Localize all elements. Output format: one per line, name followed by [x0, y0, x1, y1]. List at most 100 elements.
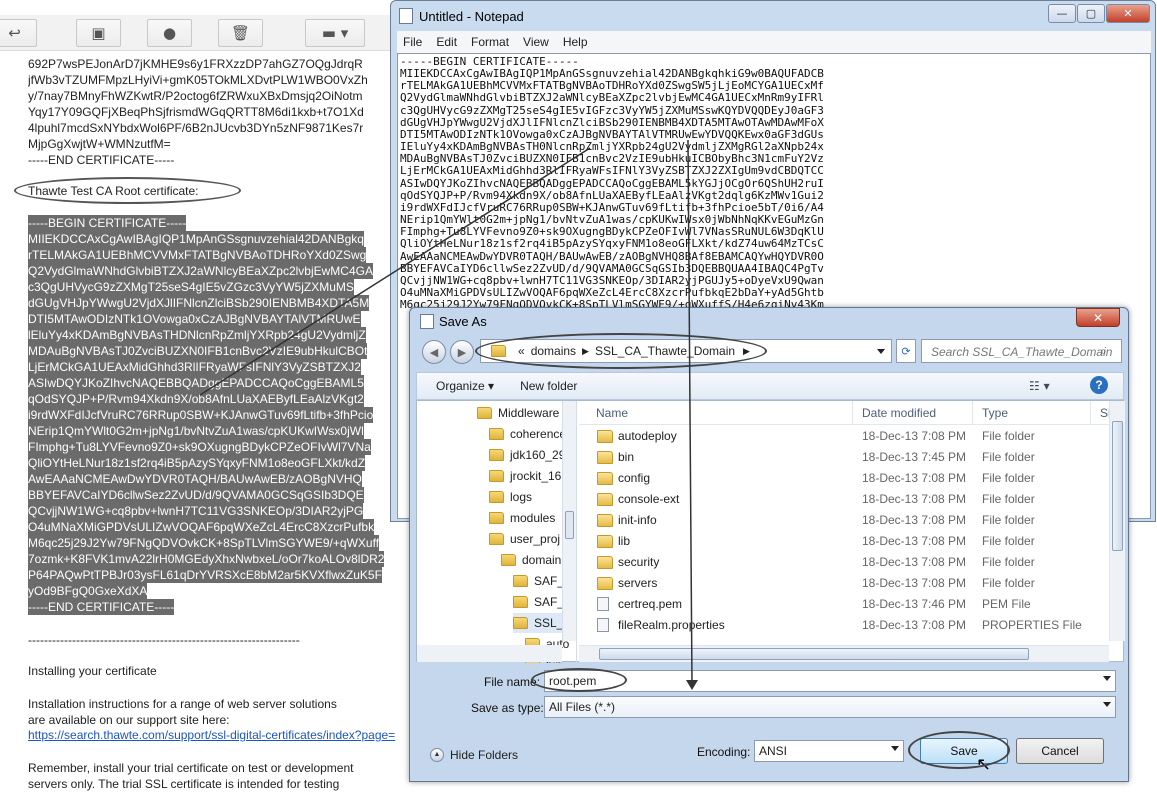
delete-icon[interactable]: 🗑 [218, 19, 263, 47]
file-row[interactable]: lib 18-Dec-13 7:08 PM File folder [579, 531, 1109, 552]
file-name-input[interactable]: root.pem [544, 670, 1116, 692]
tree-horizontal-scrollbar[interactable] [417, 645, 562, 662]
menu-format[interactable]: Format [465, 35, 517, 49]
maximize-button[interactable]: ▢ [1077, 4, 1105, 23]
tree-item[interactable]: jdk160_29 [489, 445, 565, 465]
certificate-line[interactable]: yOd9BFgQ0GxeXdXA [28, 583, 148, 599]
tree-item[interactable]: user_proj [489, 529, 560, 549]
file-name: fileRealm.properties [618, 618, 725, 632]
file-row[interactable]: security 18-Dec-13 7:08 PM File folder [579, 552, 1109, 573]
minimize-button[interactable]: — [1048, 4, 1076, 23]
certificate-line[interactable]: QCvjjNW1WG+cq8pbv+lwnH7TC11VG3SNKEOp/3DI… [28, 503, 364, 519]
file-row[interactable]: bin 18-Dec-13 7:45 PM File folder [579, 447, 1109, 468]
tree-item[interactable]: Middleware [477, 403, 559, 423]
folder-icon [597, 430, 613, 443]
chevron-down-icon[interactable] [877, 349, 885, 354]
file-row[interactable]: fileRealm.properties 18-Dec-13 7:08 PM PRO… [579, 615, 1109, 636]
column-size[interactable]: Si [1091, 401, 1111, 425]
file-name: lib [618, 534, 631, 548]
hide-folders-toggle[interactable]: ▲ Hide Folders [430, 748, 518, 762]
folder-icon [489, 428, 504, 440]
column-type[interactable]: Type [973, 401, 1091, 425]
menu-file[interactable]: File [397, 35, 430, 49]
certificate-line[interactable]: qOdSYQJP+P/Rvm94Xkdn9X/ob8AfnLUaXAEByfLE… [28, 391, 364, 407]
column-date-modified[interactable]: Date modified [853, 401, 973, 425]
file-row[interactable]: init-info 18-Dec-13 7:08 PM File folder [579, 510, 1109, 531]
support-link[interactable]: https://search.thawte.com/support/ssl-di… [28, 728, 410, 742]
close-button[interactable]: ✕ [1106, 4, 1150, 23]
certificate-line: -----END CERTIFICATE----- [28, 153, 175, 167]
chevron-down-icon[interactable] [1103, 676, 1111, 681]
chevron-down-icon[interactable] [891, 746, 899, 751]
save-as-type-select[interactable]: All Files (*.*) [544, 696, 1116, 718]
organize-button[interactable]: Organize ▾ [436, 379, 494, 393]
move-to-folder-icon[interactable]: ▬ ▾ [305, 19, 365, 47]
instructions-text: Installation instructions for a range of… [28, 697, 337, 711]
chevron-down-icon[interactable] [1103, 702, 1111, 707]
file-type: File folder [982, 429, 1035, 443]
certificate-line[interactable]: NErip1QmYWlt0G2m+jpNg1/bvNtvZuA1was/cpKU… [28, 423, 364, 439]
file-list-scrollbar[interactable] [1109, 401, 1125, 641]
certificate-line[interactable]: MDAuBgNVBAsTJ0ZvciBUZXN0IFB1cnBvc2VzIE9u… [28, 343, 368, 359]
menu-view[interactable]: View [517, 35, 557, 49]
certificate-line[interactable]: rTELMAkGA1UEBhMCVVMxFTATBgNVBAoTDHRoYXd0… [28, 247, 367, 263]
forward-icon[interactable]: ▶ [450, 340, 474, 364]
certificate-line[interactable]: FImphg+Tu8LYVFevno9Z0+sk9OXugngBDykCPZeO… [28, 439, 371, 455]
certificate-line[interactable]: LjErMCkGA1UEAxMidGhhd3RlIFRyaWFsIFNlY3Vy… [28, 359, 361, 375]
certificate-line[interactable]: Q2VydGlmaWNhdGlvbiBTZXJ2aWNlcyBEaXZpc2lv… [28, 263, 373, 279]
menu-edit[interactable]: Edit [430, 35, 465, 49]
certificate-line[interactable]: AwEAAaNCMEAwDwYDVR0TAQH/BAUwAwEB/zAOBgNV… [28, 471, 362, 487]
certificate-line[interactable]: lEluYy4xKDAmBgNVBAsTHDNlcnRpZmljYXRpb24g… [28, 327, 366, 343]
search-icon[interactable]: ⌕ [1100, 344, 1107, 359]
certificate-line[interactable]: P64PAQwPtTPBJr03ysFL61qDrYVRSXcE8bM2ar5K… [28, 567, 382, 583]
file-row[interactable]: certreq.pem 18-Dec-13 7:46 PM PEM File [579, 594, 1109, 615]
selected-certificate[interactable]: -----BEGIN CERTIFICATE----- MIIEKDCCAxCgA… [28, 215, 410, 615]
cancel-button[interactable]: Cancel [1016, 738, 1104, 764]
tree-item[interactable]: domain [501, 550, 561, 570]
certificate-line[interactable]: M6qc25j29J2Yw79FNgQDVOvkCK+8SpTLVlmSGYWE… [28, 535, 380, 551]
certificate-line[interactable]: O4uMNaXMiGPDVsULIZwVOQAF6pqWXeZcL4ErcC8X… [28, 519, 375, 535]
certificate-line[interactable]: dGUgVHJpYWwgU2VjdXJlIFNlcnZlciBSb290IENB… [28, 295, 370, 311]
tree-item-label: Middleware [498, 406, 560, 420]
certificate-line[interactable]: DTI5MTAwODIzNTk1OVowga0xCzAJBgNVBAYTAlVT… [28, 311, 361, 327]
tree-item[interactable]: coherence [489, 424, 566, 444]
archive-icon[interactable]: ▣ [76, 19, 121, 47]
certificate-tail: 692P7wsPEJonArD7jKMHE9s6y1FRXzzDP7ahGZ7O… [28, 56, 400, 168]
file-row[interactable]: autodeploy 18-Dec-13 7:08 PM File folder [579, 426, 1109, 447]
new-folder-button[interactable]: New folder [520, 379, 577, 393]
certificate-line[interactable]: BBYEFAVCaIYD6cllwSez2ZvUD/d/9QVAMA0GCSqG… [28, 487, 364, 503]
view-options-icon[interactable]: ☷ ▾ [1029, 379, 1050, 393]
certificate-line[interactable]: 7ozmk+K8FVK1mvA22lrH0MGEdyXhxNwbxeL/oOr7… [28, 551, 385, 567]
tree-item-label: coherence [510, 427, 567, 441]
save-as-type-label: Save as type: [471, 701, 544, 715]
certificate-line[interactable]: ASIwDQYJKoZIhvcNAQEBBQADggEPADCCAQoCggEB… [28, 375, 364, 391]
search-input[interactable]: Search SSL_CA_Thawte_Domain [921, 339, 1122, 363]
certificate-line[interactable]: c3QgUHVycG9zZXMgT25seS4gIE5vZGzc3VyYW5jZ… [28, 279, 354, 295]
certificate-line[interactable]: MIIEKDCCAxCgAwIBAgIQP1MpAnGSsgnuvzehial4… [28, 231, 364, 247]
tree-item[interactable]: logs [489, 487, 532, 507]
file-list-horizontal-scrollbar[interactable] [579, 645, 1109, 662]
back-icon[interactable]: ◀ [422, 340, 446, 364]
notepad-icon [399, 8, 413, 24]
file-row[interactable]: console-ext 18-Dec-13 7:08 PM File folder [579, 489, 1109, 510]
tree-item[interactable]: jrockit_16 [489, 466, 561, 486]
column-name[interactable]: Name [587, 401, 853, 425]
close-icon[interactable]: ✕ [1076, 308, 1120, 327]
file-date: 18-Dec-13 7:08 PM [862, 618, 967, 632]
menu-help[interactable]: Help [557, 35, 596, 49]
certificate-line[interactable]: -----BEGIN CERTIFICATE----- [28, 215, 187, 231]
back-icon[interactable]: ↩ [0, 19, 37, 47]
file-row[interactable]: servers 18-Dec-13 7:08 PM File folder [579, 573, 1109, 594]
encoding-select[interactable]: ANSI [754, 740, 904, 762]
tree-item[interactable]: modules [489, 508, 555, 528]
folder-icon [597, 577, 613, 590]
tree-scrollbar[interactable] [562, 401, 576, 641]
file-row[interactable]: config 18-Dec-13 7:08 PM File folder [579, 468, 1109, 489]
certificate-line[interactable]: QliOYtHeLNur18z1sf2rq4iB5pAzySYqxyFNM1o8… [28, 455, 366, 471]
refresh-icon[interactable]: ⟳ [896, 339, 916, 363]
certificate-line[interactable]: i9rdWXFdIJcfVruRC76RRup0SBW+KJAnwGTuv69f… [28, 407, 374, 423]
help-icon[interactable]: ? [1090, 376, 1108, 394]
certificate-line[interactable]: -----END CERTIFICATE----- [28, 599, 175, 615]
file-date: 18-Dec-13 7:08 PM [862, 513, 967, 527]
report-spam-icon[interactable]: ● [147, 19, 192, 47]
